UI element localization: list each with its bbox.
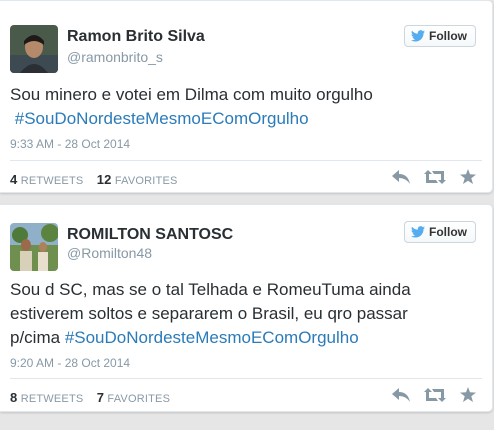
favorite-count[interactable]: 12 favorites bbox=[97, 172, 178, 187]
follow-button[interactable]: Follow bbox=[404, 25, 476, 47]
reply-icon[interactable] bbox=[392, 387, 410, 402]
avatar[interactable] bbox=[10, 25, 58, 73]
username[interactable]: @Romilton48 bbox=[67, 245, 152, 261]
reply-icon[interactable] bbox=[392, 169, 410, 184]
twitter-bird-icon bbox=[411, 226, 425, 238]
follow-label: Follow bbox=[429, 29, 467, 43]
tweet-actions bbox=[392, 169, 476, 184]
tweet-stats: 8 retweets 7 favorites bbox=[10, 390, 170, 405]
timestamp[interactable]: 9:33 AM - 28 Oct 2014 bbox=[10, 137, 130, 151]
tweet-text: Sou minero e votei em Dilma com muito or… bbox=[10, 83, 480, 131]
retweet-icon[interactable] bbox=[424, 387, 446, 402]
tweet-body: Sou minero e votei em Dilma com muito or… bbox=[10, 85, 373, 104]
retweet-count[interactable]: 8 retweets bbox=[10, 390, 83, 405]
tweet-stats: 4 retweets 12 favorites bbox=[10, 172, 178, 187]
tweet-actions bbox=[392, 387, 476, 402]
favorite-count[interactable]: 7 favorites bbox=[97, 390, 170, 405]
divider bbox=[10, 378, 482, 379]
favorite-star-icon[interactable] bbox=[460, 169, 476, 184]
retweet-count[interactable]: 4 retweets bbox=[10, 172, 83, 187]
divider bbox=[10, 160, 482, 161]
display-name[interactable]: Ramon Brito Silva bbox=[67, 28, 205, 46]
hashtag-link[interactable]: #SouDoNordesteMesmoEComOrgulho bbox=[65, 328, 359, 347]
username[interactable]: @ramonbrito_s bbox=[67, 49, 163, 65]
display-name[interactable]: ROMILTON SANTOSC bbox=[67, 226, 233, 244]
favorite-star-icon[interactable] bbox=[460, 387, 476, 402]
retweet-icon[interactable] bbox=[424, 169, 446, 184]
avatar[interactable] bbox=[10, 223, 58, 271]
timestamp[interactable]: 9:20 AM - 28 Oct 2014 bbox=[10, 356, 130, 370]
hashtag-link[interactable]: #SouDoNordesteMesmoEComOrgulho bbox=[15, 109, 309, 128]
tweet-card: Ramon Brito Silva @ramonbrito_s Follow S… bbox=[0, 0, 493, 193]
tweet-text: Sou d SC, mas se o tal Telhada e RomeuTu… bbox=[10, 278, 420, 350]
twitter-bird-icon bbox=[411, 30, 425, 42]
follow-button[interactable]: Follow bbox=[404, 221, 476, 243]
tweet-card: ROMILTON SANTOSC @Romilton48 Follow Sou … bbox=[0, 204, 493, 412]
follow-label: Follow bbox=[429, 225, 467, 239]
